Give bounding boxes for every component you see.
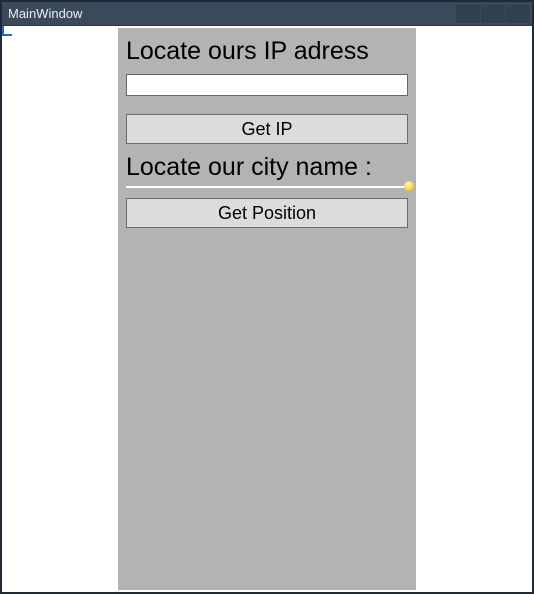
get-ip-button[interactable]: Get IP — [126, 114, 408, 144]
client-area: Locate ours IP adress Get IP Locate our … — [2, 26, 532, 592]
city-heading: Locate our city name : — [126, 152, 408, 182]
close-button[interactable] — [506, 5, 530, 23]
minimize-button[interactable] — [456, 5, 480, 23]
lightbulb-icon — [404, 181, 414, 191]
underline-icon — [126, 186, 408, 188]
spacer — [126, 104, 408, 106]
main-panel: Locate ours IP adress Get IP Locate our … — [118, 28, 416, 590]
designer-selection-marker — [2, 26, 12, 36]
window-title: MainWindow — [8, 6, 82, 21]
window-controls — [456, 5, 530, 23]
maximize-button[interactable] — [481, 5, 505, 23]
ip-heading: Locate ours IP adress — [126, 36, 408, 66]
title-bar[interactable]: MainWindow — [2, 2, 532, 26]
window-frame: MainWindow Locate ours IP adress Get IP … — [0, 0, 534, 594]
city-underline — [126, 186, 408, 190]
ip-address-input[interactable] — [126, 74, 408, 96]
get-position-button[interactable]: Get Position — [126, 198, 408, 228]
